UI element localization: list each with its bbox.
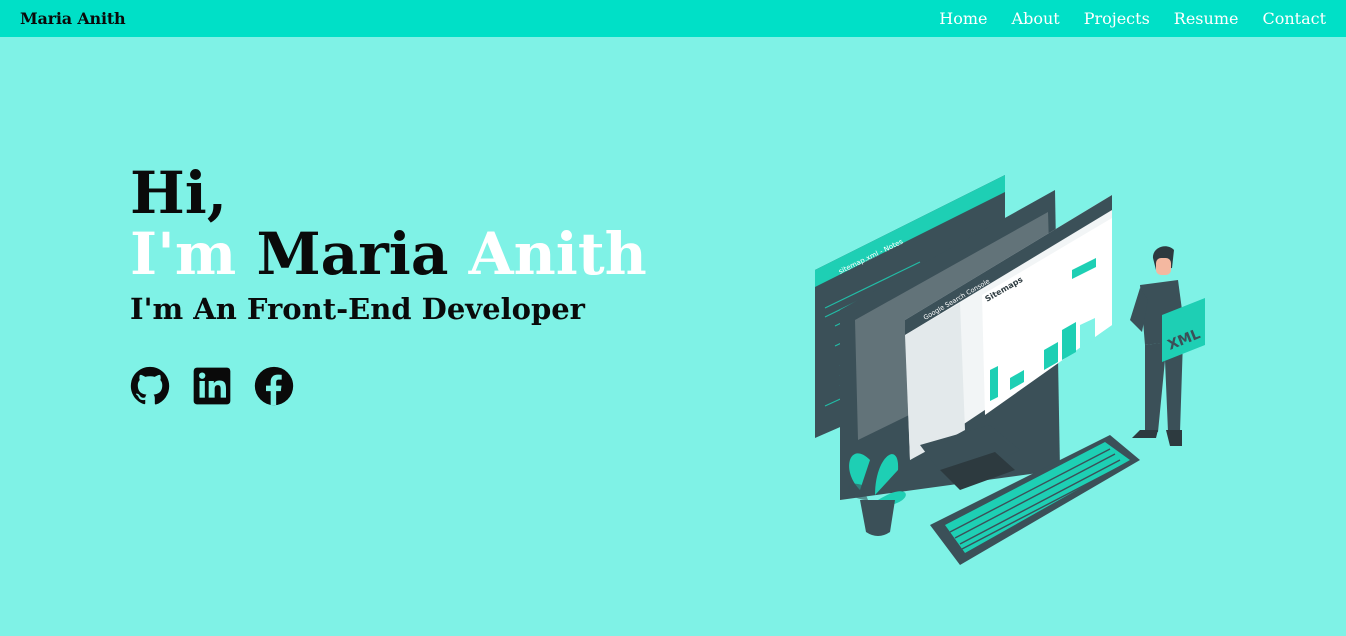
hero-section: Hi, I'm Maria Anith I'm An Front-End Dev…: [130, 162, 647, 406]
nav-links: Home About Projects Resume Contact: [915, 9, 1326, 28]
hero-name-line: I'm Maria Anith: [130, 224, 647, 284]
facebook-icon: [254, 366, 294, 406]
brand-logo[interactable]: Maria Anith: [20, 9, 126, 28]
facebook-link[interactable]: [254, 366, 294, 406]
hero-greeting: Hi,: [130, 159, 228, 227]
navbar: Maria Anith Home About Projects Resume C…: [0, 0, 1346, 37]
developer-figure: XML: [1130, 246, 1205, 446]
hero-last-name: Anith: [468, 220, 647, 288]
hero-im: I'm: [130, 220, 237, 288]
hero-role: I'm An Front-End Developer: [130, 292, 585, 326]
github-icon: [130, 366, 170, 405]
developer-illustration: sitemap.xml - Notes Google Search Consol…: [815, 175, 1205, 565]
linkedin-link[interactable]: [192, 366, 232, 406]
social-links: [130, 366, 647, 406]
nav-link-resume[interactable]: Resume: [1174, 9, 1239, 28]
linkedin-icon: [193, 367, 231, 405]
nav-link-home[interactable]: Home: [939, 9, 987, 28]
hero-first-name: Maria: [256, 220, 449, 288]
nav-link-projects[interactable]: Projects: [1084, 9, 1150, 28]
nav-link-contact[interactable]: Contact: [1262, 9, 1326, 28]
nav-link-about[interactable]: About: [1012, 9, 1060, 28]
github-link[interactable]: [130, 366, 170, 406]
